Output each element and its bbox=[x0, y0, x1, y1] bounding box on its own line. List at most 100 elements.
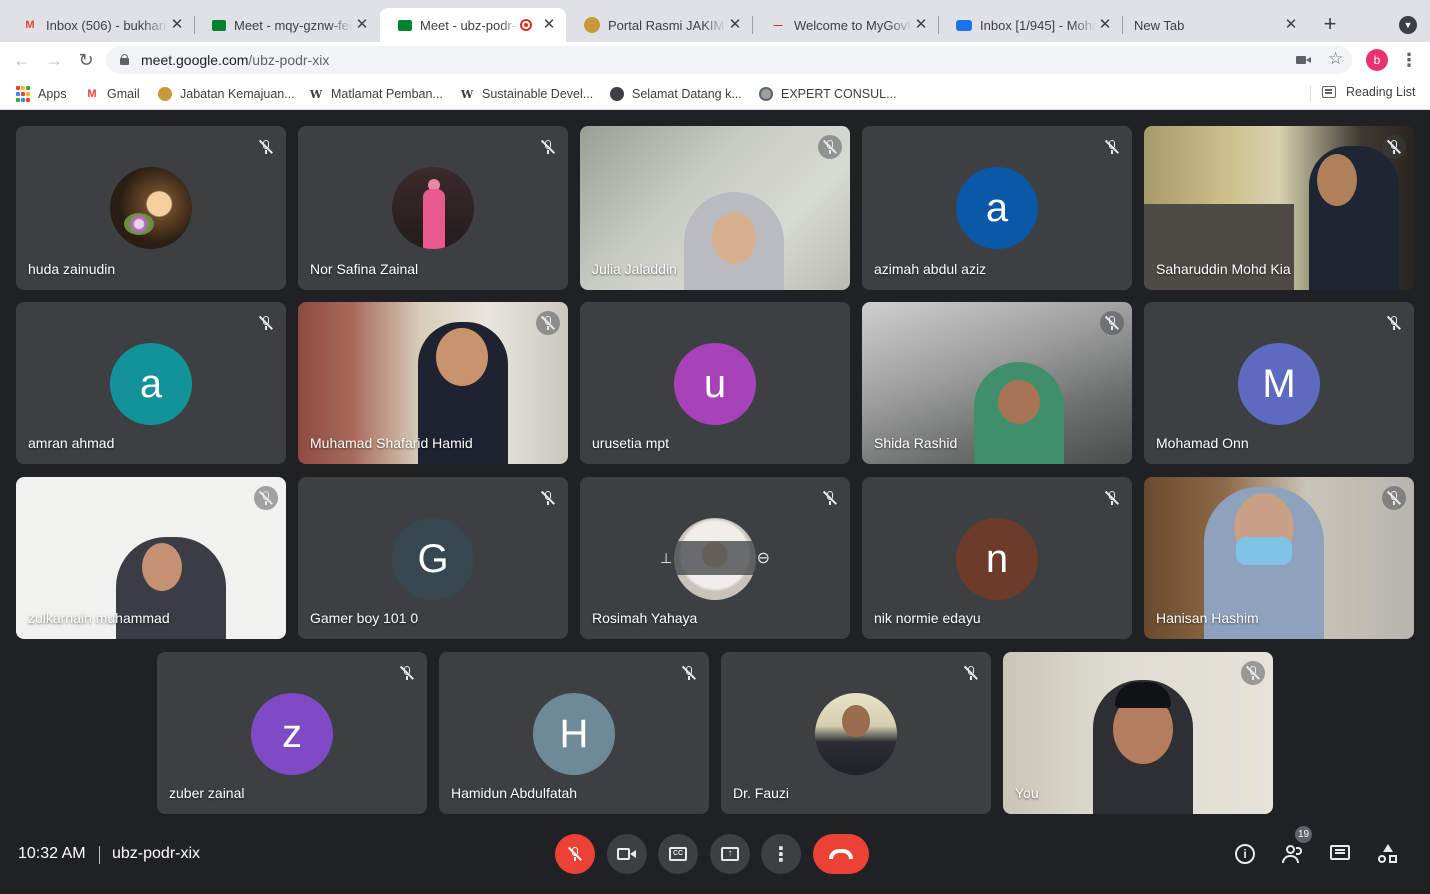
pin-icon[interactable]: ⊥ bbox=[660, 550, 672, 567]
tab-new-tab[interactable]: New Tab ✕ bbox=[1116, 8, 1308, 42]
mic-off-icon bbox=[1382, 311, 1406, 335]
participant-tile[interactable]: huda zainudin bbox=[16, 126, 286, 290]
mic-off-icon bbox=[254, 135, 278, 159]
chat-button[interactable] bbox=[1328, 842, 1352, 866]
participant-tile[interactable]: Saharuddin Mohd Kia bbox=[1144, 126, 1414, 290]
bookmark-selamat-datang[interactable]: Selamat Datang k... bbox=[609, 85, 742, 103]
bookmark-sustainable[interactable]: W Sustainable Devel... bbox=[459, 85, 593, 103]
participant-tile[interactable]: G Gamer boy 101 0 bbox=[298, 477, 568, 639]
tab-title: Portal Rasmi JAKIM - bbox=[608, 17, 726, 33]
hang-up-icon bbox=[829, 849, 853, 859]
participant-tile[interactable]: Julia Jaladdin bbox=[580, 126, 850, 290]
bookmark-expert-consul[interactable]: EXPERT CONSUL... bbox=[758, 85, 897, 103]
address-bar[interactable]: meet.google.com/ubz-podr-xix ☆ bbox=[106, 46, 1352, 74]
reading-list-button[interactable]: Reading List bbox=[1322, 85, 1416, 99]
camera-toggle-button[interactable] bbox=[607, 834, 647, 874]
present-screen-button[interactable]: ↑ bbox=[710, 834, 750, 874]
lock-icon[interactable] bbox=[120, 54, 129, 65]
bookmark-label: Sustainable Devel... bbox=[482, 87, 594, 101]
participant-name: Hamidun Abdulfatah bbox=[451, 785, 578, 801]
forward-button[interactable]: → bbox=[42, 48, 66, 72]
bookmark-label: Matlamat Pemban... bbox=[331, 87, 443, 101]
close-tab-icon[interactable]: ✕ bbox=[168, 16, 186, 34]
activities-button[interactable] bbox=[1376, 842, 1400, 866]
bookmarks-bar: Apps M Gmail Jabatan Kemajuan... W Matla… bbox=[0, 78, 1430, 110]
leave-call-button[interactable] bbox=[813, 834, 869, 874]
captions-button[interactable]: CC bbox=[658, 834, 698, 874]
tab-mail-inbox[interactable]: Inbox [1/945] - Mohd ✕ bbox=[938, 8, 1122, 42]
participant-initial-avatar: a bbox=[956, 167, 1038, 249]
participant-count-badge: 19 bbox=[1295, 826, 1312, 843]
participant-name: Mohamad Onn bbox=[1156, 435, 1249, 451]
participant-tile[interactable]: You bbox=[1003, 652, 1273, 814]
participant-tile[interactable]: M Mohamad Onn bbox=[1144, 302, 1414, 464]
tab-meet-other[interactable]: Meet - mqy-gznw-fec ✕ bbox=[194, 8, 379, 42]
people-button[interactable] bbox=[1281, 842, 1305, 866]
remove-icon[interactable]: ⊖ bbox=[757, 548, 770, 568]
close-tab-icon[interactable]: ✕ bbox=[1282, 16, 1300, 34]
profile-avatar[interactable]: b bbox=[1366, 49, 1388, 71]
participant-tile[interactable]: ⊥ ⊖ Rosimah Yahaya bbox=[580, 477, 850, 639]
participant-tile[interactable]: zulkarnain muhammad bbox=[16, 477, 286, 639]
bookmark-label: Apps bbox=[38, 87, 67, 101]
url-host: meet.google.com bbox=[141, 52, 249, 68]
participant-tile[interactable]: z zuber zainal bbox=[157, 652, 427, 814]
close-tab-icon[interactable]: ✕ bbox=[353, 16, 371, 34]
close-tab-icon[interactable]: ✕ bbox=[726, 16, 744, 34]
bookmarks-divider bbox=[1310, 86, 1311, 102]
tab-title: Inbox [1/945] - Mohd bbox=[980, 17, 1096, 33]
participant-tile[interactable]: H Hamidun Abdulfatah bbox=[439, 652, 709, 814]
participant-tile[interactable]: Hanisan Hashim bbox=[1144, 477, 1414, 639]
meeting-details-button[interactable]: i bbox=[1233, 842, 1257, 866]
bookmark-matlamat[interactable]: W Matlamat Pemban... bbox=[308, 85, 443, 103]
participant-name: You bbox=[1015, 785, 1039, 801]
participant-tile[interactable]: Muhamad Shafarid Hamid bbox=[298, 302, 568, 464]
bookmark-apps[interactable]: Apps bbox=[15, 85, 67, 103]
mic-off-icon bbox=[677, 661, 701, 685]
back-button[interactable]: ← bbox=[10, 48, 34, 72]
meeting-controls-bar: 10:32 AM ubz-podr-xix CC ↑ ⋮ i 19 bbox=[0, 820, 1430, 894]
camera-indicator-icon[interactable] bbox=[1296, 54, 1312, 66]
more-vert-icon: ⋮ bbox=[771, 843, 791, 866]
tab-meet-active[interactable]: Meet - ubz-podr- ✕ bbox=[380, 8, 566, 42]
participant-tile[interactable]: a azimah abdul aziz bbox=[862, 126, 1132, 290]
wordpress-icon: W bbox=[309, 87, 323, 101]
participant-name: urusetia mpt bbox=[592, 435, 670, 451]
more-options-button[interactable]: ⋮ bbox=[761, 834, 801, 874]
mic-off-icon bbox=[1382, 135, 1406, 159]
participant-tile[interactable]: a amran ahmad bbox=[16, 302, 286, 464]
close-tab-icon[interactable]: ✕ bbox=[540, 16, 558, 34]
bookmark-gmail[interactable]: M Gmail bbox=[84, 85, 140, 103]
bookmark-label: Jabatan Kemajuan... bbox=[180, 87, 295, 101]
bookmark-label: EXPERT CONSUL... bbox=[781, 87, 897, 101]
new-tab-button[interactable]: + bbox=[1318, 13, 1342, 37]
bar-divider bbox=[99, 846, 100, 864]
reload-button[interactable]: ↻ bbox=[74, 48, 98, 72]
bookmark-label: Gmail bbox=[107, 87, 140, 101]
tab-strip: M Inbox (506) - bukhari ✕ Meet - mqy-gzn… bbox=[0, 0, 1430, 42]
tab-mygovuc[interactable]: — Welcome to MyGovUC ✕ bbox=[752, 8, 938, 42]
mic-off-icon bbox=[1100, 135, 1124, 159]
participant-name: Hanisan Hashim bbox=[1156, 610, 1259, 626]
people-icon bbox=[1282, 845, 1304, 863]
participant-name: nik normie edayu bbox=[874, 610, 981, 626]
gmail-icon: M bbox=[87, 88, 97, 100]
participant-name: Nor Safina Zainal bbox=[310, 261, 419, 277]
participant-tile[interactable]: Shida Rashid bbox=[862, 302, 1132, 464]
participant-tile[interactable]: n nik normie edayu bbox=[862, 477, 1132, 639]
mic-toggle-button[interactable] bbox=[555, 834, 595, 874]
bookmark-jabatan-kemajuan[interactable]: Jabatan Kemajuan... bbox=[157, 85, 295, 103]
participant-tile[interactable]: Nor Safina Zainal bbox=[298, 126, 568, 290]
tab-search-icon[interactable]: ▼ bbox=[1399, 16, 1417, 34]
captions-icon: CC bbox=[669, 847, 687, 861]
close-tab-icon[interactable]: ✕ bbox=[912, 16, 930, 34]
bookmark-star-icon[interactable]: ☆ bbox=[1328, 49, 1343, 69]
tab-jakim-portal[interactable]: Portal Rasmi JAKIM - ✕ bbox=[566, 8, 752, 42]
participant-tile[interactable]: Dr. Fauzi bbox=[721, 652, 991, 814]
chat-icon bbox=[1330, 845, 1350, 863]
close-tab-icon[interactable]: ✕ bbox=[1096, 16, 1114, 34]
browser-menu-icon[interactable]: ⋮ bbox=[1400, 48, 1418, 72]
participant-tile[interactable]: u urusetia mpt bbox=[580, 302, 850, 464]
tab-gmail-inbox[interactable]: M Inbox (506) - bukhari ✕ bbox=[4, 8, 194, 42]
video-feed bbox=[1144, 204, 1294, 290]
